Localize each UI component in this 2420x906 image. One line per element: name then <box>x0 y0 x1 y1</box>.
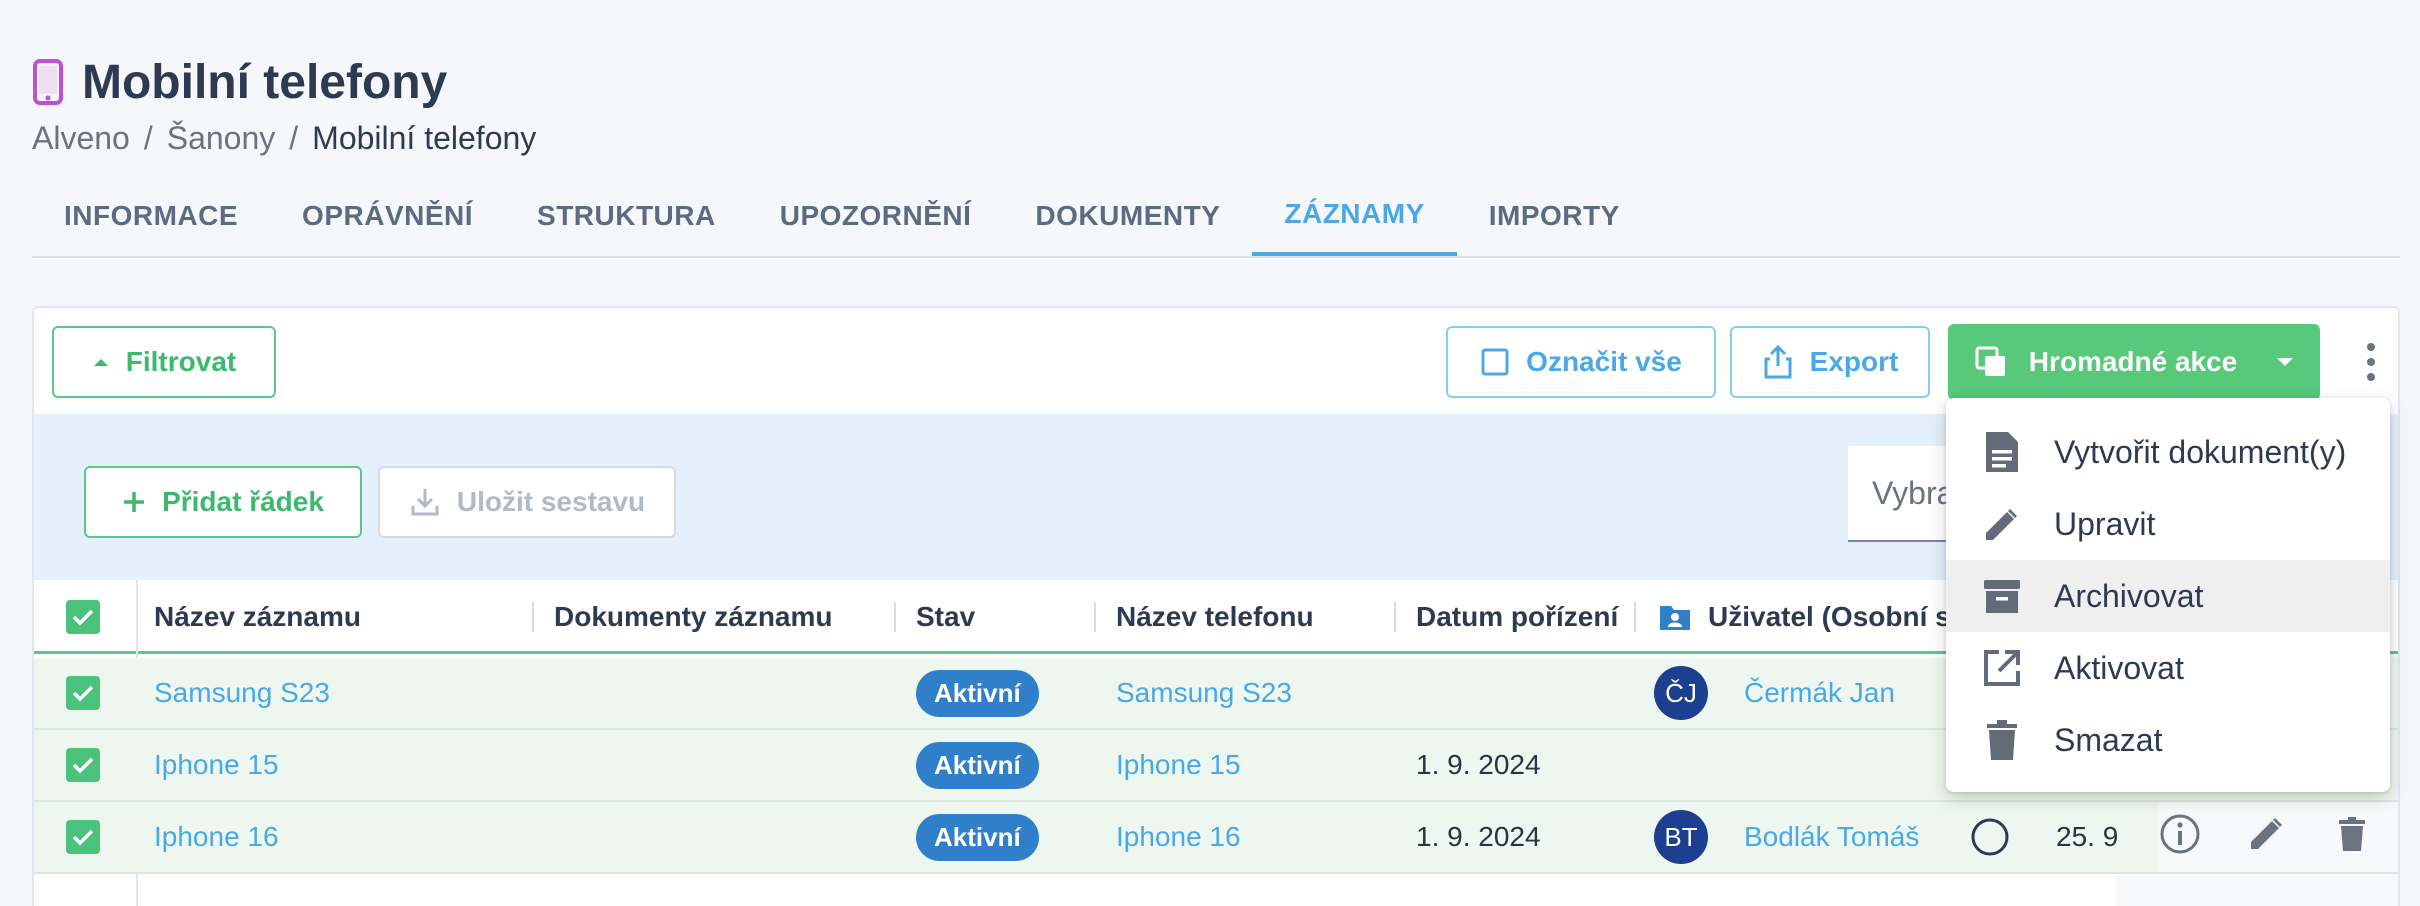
column-header-phone-name[interactable]: Název telefonu <box>1116 580 1314 654</box>
breadcrumb: Alveno / Šanony / Mobilní telefony <box>32 116 536 160</box>
column-separator <box>894 602 896 632</box>
filter-button[interactable]: Filtrovat <box>52 326 276 398</box>
archive-icon <box>1980 574 2024 618</box>
open-external-icon <box>1980 646 2024 690</box>
more-options-icon[interactable] <box>2356 326 2386 398</box>
edit-pencil-icon[interactable] <box>2244 812 2288 863</box>
menu-item-delete[interactable]: Smazat <box>1946 704 2390 776</box>
phone-name-link[interactable]: Iphone 16 <box>1116 802 1241 872</box>
column-header-user[interactable]: Uživatel (Osobní s <box>1658 580 1951 654</box>
mobile-phone-icon <box>33 59 63 105</box>
row-checkbox[interactable] <box>66 802 100 872</box>
tab-upozorneni[interactable]: UPOZORNĚNÍ <box>748 176 1004 256</box>
row-checkbox[interactable] <box>66 730 100 800</box>
status-badge: Aktivní <box>916 669 1039 717</box>
avatar: ČJ <box>1654 666 1708 720</box>
select-all-label: Označit vše <box>1526 346 1682 377</box>
user-link[interactable]: Bodlák Tomáš <box>1744 802 1919 872</box>
tab-dokumenty[interactable]: DOKUMENTY <box>1003 176 1252 256</box>
menu-item-label: Aktivovat <box>2054 649 2184 686</box>
plus-icon <box>124 492 145 512</box>
purchase-date: 1. 9. 2024 <box>1416 749 1541 780</box>
caret-up-icon <box>93 359 108 366</box>
export-label: Export <box>1809 346 1899 377</box>
row-actions <box>2158 802 2398 872</box>
page-title: Mobilní telefony <box>82 55 448 109</box>
menu-item-label: Archivovat <box>2054 577 2204 614</box>
status-badge: Aktivní <box>916 813 1039 861</box>
check-icon <box>72 757 94 774</box>
pencil-icon <box>1980 502 2024 546</box>
menu-item-label: Upravit <box>2054 505 2156 542</box>
save-report-label: Uložit sestavu <box>456 486 646 517</box>
delete-trash-icon[interactable] <box>2330 812 2374 863</box>
menu-item-activate[interactable]: Aktivovat <box>1946 632 2390 704</box>
select-all-button[interactable]: Označit vše <box>1446 326 1716 398</box>
record-name-link[interactable]: Samsung S23 <box>154 658 330 728</box>
column-separator <box>532 602 534 632</box>
column-header-record-name[interactable]: Název záznamu <box>154 580 361 654</box>
status-circle-icon <box>1970 802 2010 872</box>
status-badge: Aktivní <box>916 741 1039 789</box>
export-button[interactable]: Export <box>1730 326 1930 398</box>
tab-struktura[interactable]: STRUKTURA <box>505 176 748 256</box>
menu-item-label: Smazat <box>2054 721 2163 758</box>
menu-item-label: Vytvořit dokument(y) <box>2054 433 2347 470</box>
phone-name-link[interactable]: Samsung S23 <box>1116 658 1292 728</box>
save-report-button[interactable]: Uložit sestavu <box>378 466 676 538</box>
table-row[interactable]: Iphone 16 Aktivní Iphone 16 1. 9. 2024 B… <box>34 802 2398 874</box>
breadcrumb-separator: / <box>289 119 299 156</box>
avatar: BT <box>1654 810 1708 864</box>
breadcrumb-item-sanony[interactable]: Šanony <box>167 120 276 157</box>
breadcrumb-item-current: Mobilní telefony <box>312 119 537 156</box>
column-separator <box>1634 602 1636 632</box>
column-separator <box>1094 602 1096 632</box>
page-header: Mobilní telefony <box>32 50 447 114</box>
record-name-link[interactable]: Iphone 15 <box>154 730 279 800</box>
menu-item-edit[interactable]: Upravit <box>1946 488 2390 560</box>
extra-date: 25. 9 <box>2056 821 2119 852</box>
contact-folder-icon <box>1660 606 1690 630</box>
download-icon <box>411 489 439 516</box>
check-icon <box>72 829 94 846</box>
breadcrumb-item-alveno[interactable]: Alveno <box>32 120 130 157</box>
tab-bar: INFORMACE OPRÁVNĚNÍ STRUKTURA UPOZORNĚNÍ… <box>32 176 2400 258</box>
document-icon <box>1980 430 2024 474</box>
header-select-all-checkbox[interactable] <box>66 580 100 654</box>
menu-item-archive[interactable]: Archivovat <box>1946 560 2390 632</box>
phone-name-link[interactable]: Iphone 15 <box>1116 730 1241 800</box>
checkbox-outline-icon <box>1481 348 1509 376</box>
info-icon[interactable] <box>2158 812 2202 863</box>
tab-informace[interactable]: INFORMACE <box>32 176 270 256</box>
purchase-date: 1. 9. 2024 <box>1416 821 1541 852</box>
share-export-icon <box>1764 344 1792 379</box>
tab-importy[interactable]: IMPORTY <box>1457 176 1652 256</box>
menu-item-create-document[interactable]: Vytvořit dokument(y) <box>1946 416 2390 488</box>
report-select-placeholder: Vybra <box>1872 474 1955 511</box>
column-header-user-label: Uživatel (Osobní s <box>1708 601 1951 632</box>
check-icon <box>72 609 94 626</box>
row-checkbox[interactable] <box>66 658 100 728</box>
column-header-record-documents[interactable]: Dokumenty záznamu <box>554 580 833 654</box>
record-name-link[interactable]: Iphone 16 <box>154 802 279 872</box>
add-row-label: Přidat řádek <box>162 486 324 517</box>
caret-down-icon <box>2277 358 2294 366</box>
check-icon <box>72 685 94 702</box>
bulk-actions-label: Hromadné akce <box>2028 346 2238 377</box>
bulk-actions-menu: Vytvořit dokument(y) Upravit Archivovat … <box>1946 398 2390 792</box>
tab-opravneni[interactable]: OPRÁVNĚNÍ <box>270 176 505 256</box>
add-row-button[interactable]: Přidat řádek <box>84 466 362 538</box>
column-separator <box>1394 602 1396 632</box>
user-link[interactable]: Čermák Jan <box>1744 658 1895 728</box>
copy-stack-icon <box>1975 346 2005 376</box>
column-header-purchase-date[interactable]: Datum pořízení <box>1416 580 1618 654</box>
tab-zaznamy[interactable]: ZÁZNAMY <box>1252 176 1457 256</box>
breadcrumb-separator: / <box>143 119 153 156</box>
bulk-actions-button[interactable]: Hromadné akce <box>1948 324 2320 400</box>
filter-button-label: Filtrovat <box>125 346 237 377</box>
column-header-status[interactable]: Stav <box>916 580 975 654</box>
trash-icon <box>1980 718 2024 762</box>
